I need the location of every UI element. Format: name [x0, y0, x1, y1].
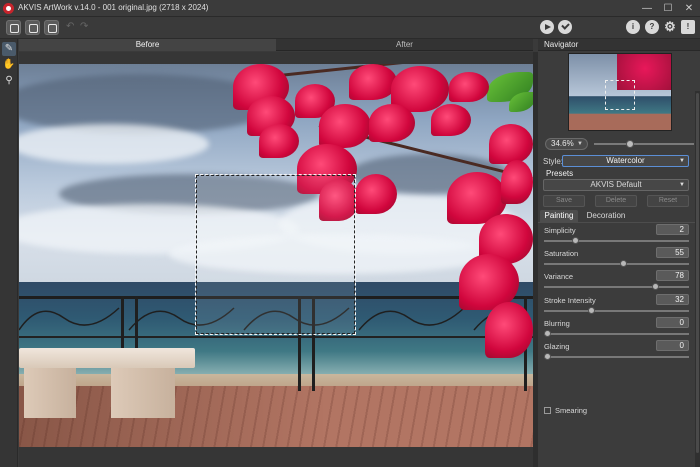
reset-preset-button[interactable]: Reset: [647, 195, 689, 207]
flower-petal: [349, 64, 397, 100]
simplicity-label: Simplicity: [544, 226, 576, 235]
saturation-slider-track[interactable]: [544, 263, 689, 265]
redo-icon[interactable]: ↷: [80, 21, 88, 32]
tab-painting[interactable]: Painting: [540, 210, 578, 222]
bench-leg: [111, 368, 175, 418]
chevron-down-icon: ▼: [577, 141, 583, 147]
glazing-slider-knob[interactable]: [544, 353, 551, 360]
flower-petal: [485, 302, 533, 358]
preset-select[interactable]: AKVIS Default ▼: [543, 179, 689, 191]
variance-slider-track[interactable]: [544, 286, 689, 288]
flower-petal: [501, 160, 533, 204]
simplicity-slider-track[interactable]: [544, 240, 689, 242]
navigate-tool-icon[interactable]: ✎: [2, 42, 16, 56]
glazing-label: Glazing: [544, 342, 570, 351]
feedback-button[interactable]: !: [681, 20, 695, 34]
saturation-value-field[interactable]: 55: [656, 247, 689, 258]
tools-panel: ✎ ✋ ⚲: [0, 39, 18, 467]
zoom-value: 34.6%: [551, 139, 574, 148]
maximize-button[interactable]: ☐: [659, 1, 677, 16]
view-tabs: Before After: [19, 39, 533, 51]
navigator-header: Navigator: [538, 39, 700, 51]
blurring-slider-knob[interactable]: [544, 330, 551, 337]
style-label: Style:: [543, 157, 564, 166]
deck-shadow: [19, 386, 533, 447]
tab-before[interactable]: Before: [19, 39, 276, 51]
style-value: Watercolor: [606, 156, 645, 165]
stroke-intensity-slider-track[interactable]: [544, 310, 689, 312]
canvas-margin-bottom: [19, 447, 533, 467]
window-title: AKVIS ArtWork v.14.0 - 001 original.jpg …: [18, 3, 209, 12]
close-button[interactable]: ✕: [680, 1, 698, 16]
tab-after[interactable]: After: [276, 39, 533, 51]
info-button[interactable]: i: [626, 20, 640, 34]
tab-decoration[interactable]: Decoration: [584, 210, 628, 222]
apply-result-button[interactable]: [558, 20, 572, 34]
zoom-field[interactable]: 34.6% ▼: [545, 138, 588, 150]
navigator-view-rect[interactable]: [605, 80, 635, 110]
variance-value-field[interactable]: 78: [656, 270, 689, 281]
chevron-down-icon: ▼: [679, 182, 685, 188]
image-canvas[interactable]: [19, 64, 533, 447]
save-preset-button[interactable]: Save: [543, 195, 585, 207]
smearing-checkbox[interactable]: [544, 407, 551, 414]
blurring-label: Blurring: [544, 319, 570, 328]
blurring-slider-track[interactable]: [544, 333, 689, 335]
gear-icon[interactable]: ⚙: [663, 20, 677, 34]
simplicity-slider-knob[interactable]: [572, 237, 579, 244]
variance-slider-knob[interactable]: [652, 283, 659, 290]
flower-petal: [449, 72, 489, 102]
flower-petal: [319, 104, 371, 148]
flower-petal: [431, 104, 471, 136]
chevron-down-icon: ▼: [679, 158, 685, 164]
open-image-button[interactable]: [6, 20, 21, 35]
saturation-label: Saturation: [544, 249, 579, 258]
variance-label: Variance: [544, 272, 574, 281]
tab-divider: [538, 222, 700, 223]
settings-panel: Navigator 34.6% ▼ Style: Watercolor ▼ Pr…: [538, 39, 700, 467]
glazing-value-field[interactable]: 0: [656, 340, 689, 351]
toolbar: ↶ ↷ i ? ⚙ !: [0, 17, 700, 39]
canvas-margin-top: [19, 52, 533, 64]
navigator-thumbnail[interactable]: [568, 53, 672, 131]
undo-icon[interactable]: ↶: [66, 21, 74, 32]
delete-preset-button[interactable]: Delete: [595, 195, 637, 207]
stroke-intensity-label: Stroke Intensity: [544, 296, 596, 305]
hand-tool-icon[interactable]: ✋: [2, 58, 16, 72]
help-button[interactable]: ?: [645, 20, 659, 34]
style-select[interactable]: Watercolor ▼: [562, 155, 689, 167]
glazing-slider-track[interactable]: [544, 356, 689, 358]
zoom-tool-icon[interactable]: ⚲: [2, 74, 16, 88]
blurring-value-field[interactable]: 0: [656, 317, 689, 328]
zoom-slider-track[interactable]: [594, 143, 694, 145]
preset-value: AKVIS Default: [590, 180, 642, 189]
bench-seat: [19, 348, 195, 368]
bench-leg: [24, 368, 76, 418]
minimize-button[interactable]: —: [638, 1, 656, 16]
preview-selection-box[interactable]: [195, 174, 356, 335]
batch-button[interactable]: [44, 20, 59, 35]
stroke-intensity-slider-knob[interactable]: [588, 307, 595, 314]
flower-petal: [355, 174, 397, 214]
simplicity-value-field[interactable]: 2: [656, 224, 689, 235]
run-processing-button[interactable]: [540, 20, 554, 34]
stroke-intensity-value-field[interactable]: 32: [656, 294, 689, 305]
zoom-slider-knob[interactable]: [626, 140, 634, 148]
smearing-label: Smearing: [555, 406, 588, 415]
save-image-button[interactable]: [25, 20, 40, 35]
flower-petal: [259, 124, 299, 158]
flower-petal: [489, 124, 533, 164]
presets-label: Presets: [546, 169, 574, 178]
title-bar: AKVIS ArtWork v.14.0 - 001 original.jpg …: [0, 0, 700, 17]
akvis-logo-icon: [3, 3, 14, 14]
railing-mid-bar: [19, 336, 533, 338]
saturation-slider-knob[interactable]: [620, 260, 627, 267]
flower-petal: [369, 104, 415, 142]
panel-scrollbar-thumb[interactable]: [696, 93, 699, 453]
